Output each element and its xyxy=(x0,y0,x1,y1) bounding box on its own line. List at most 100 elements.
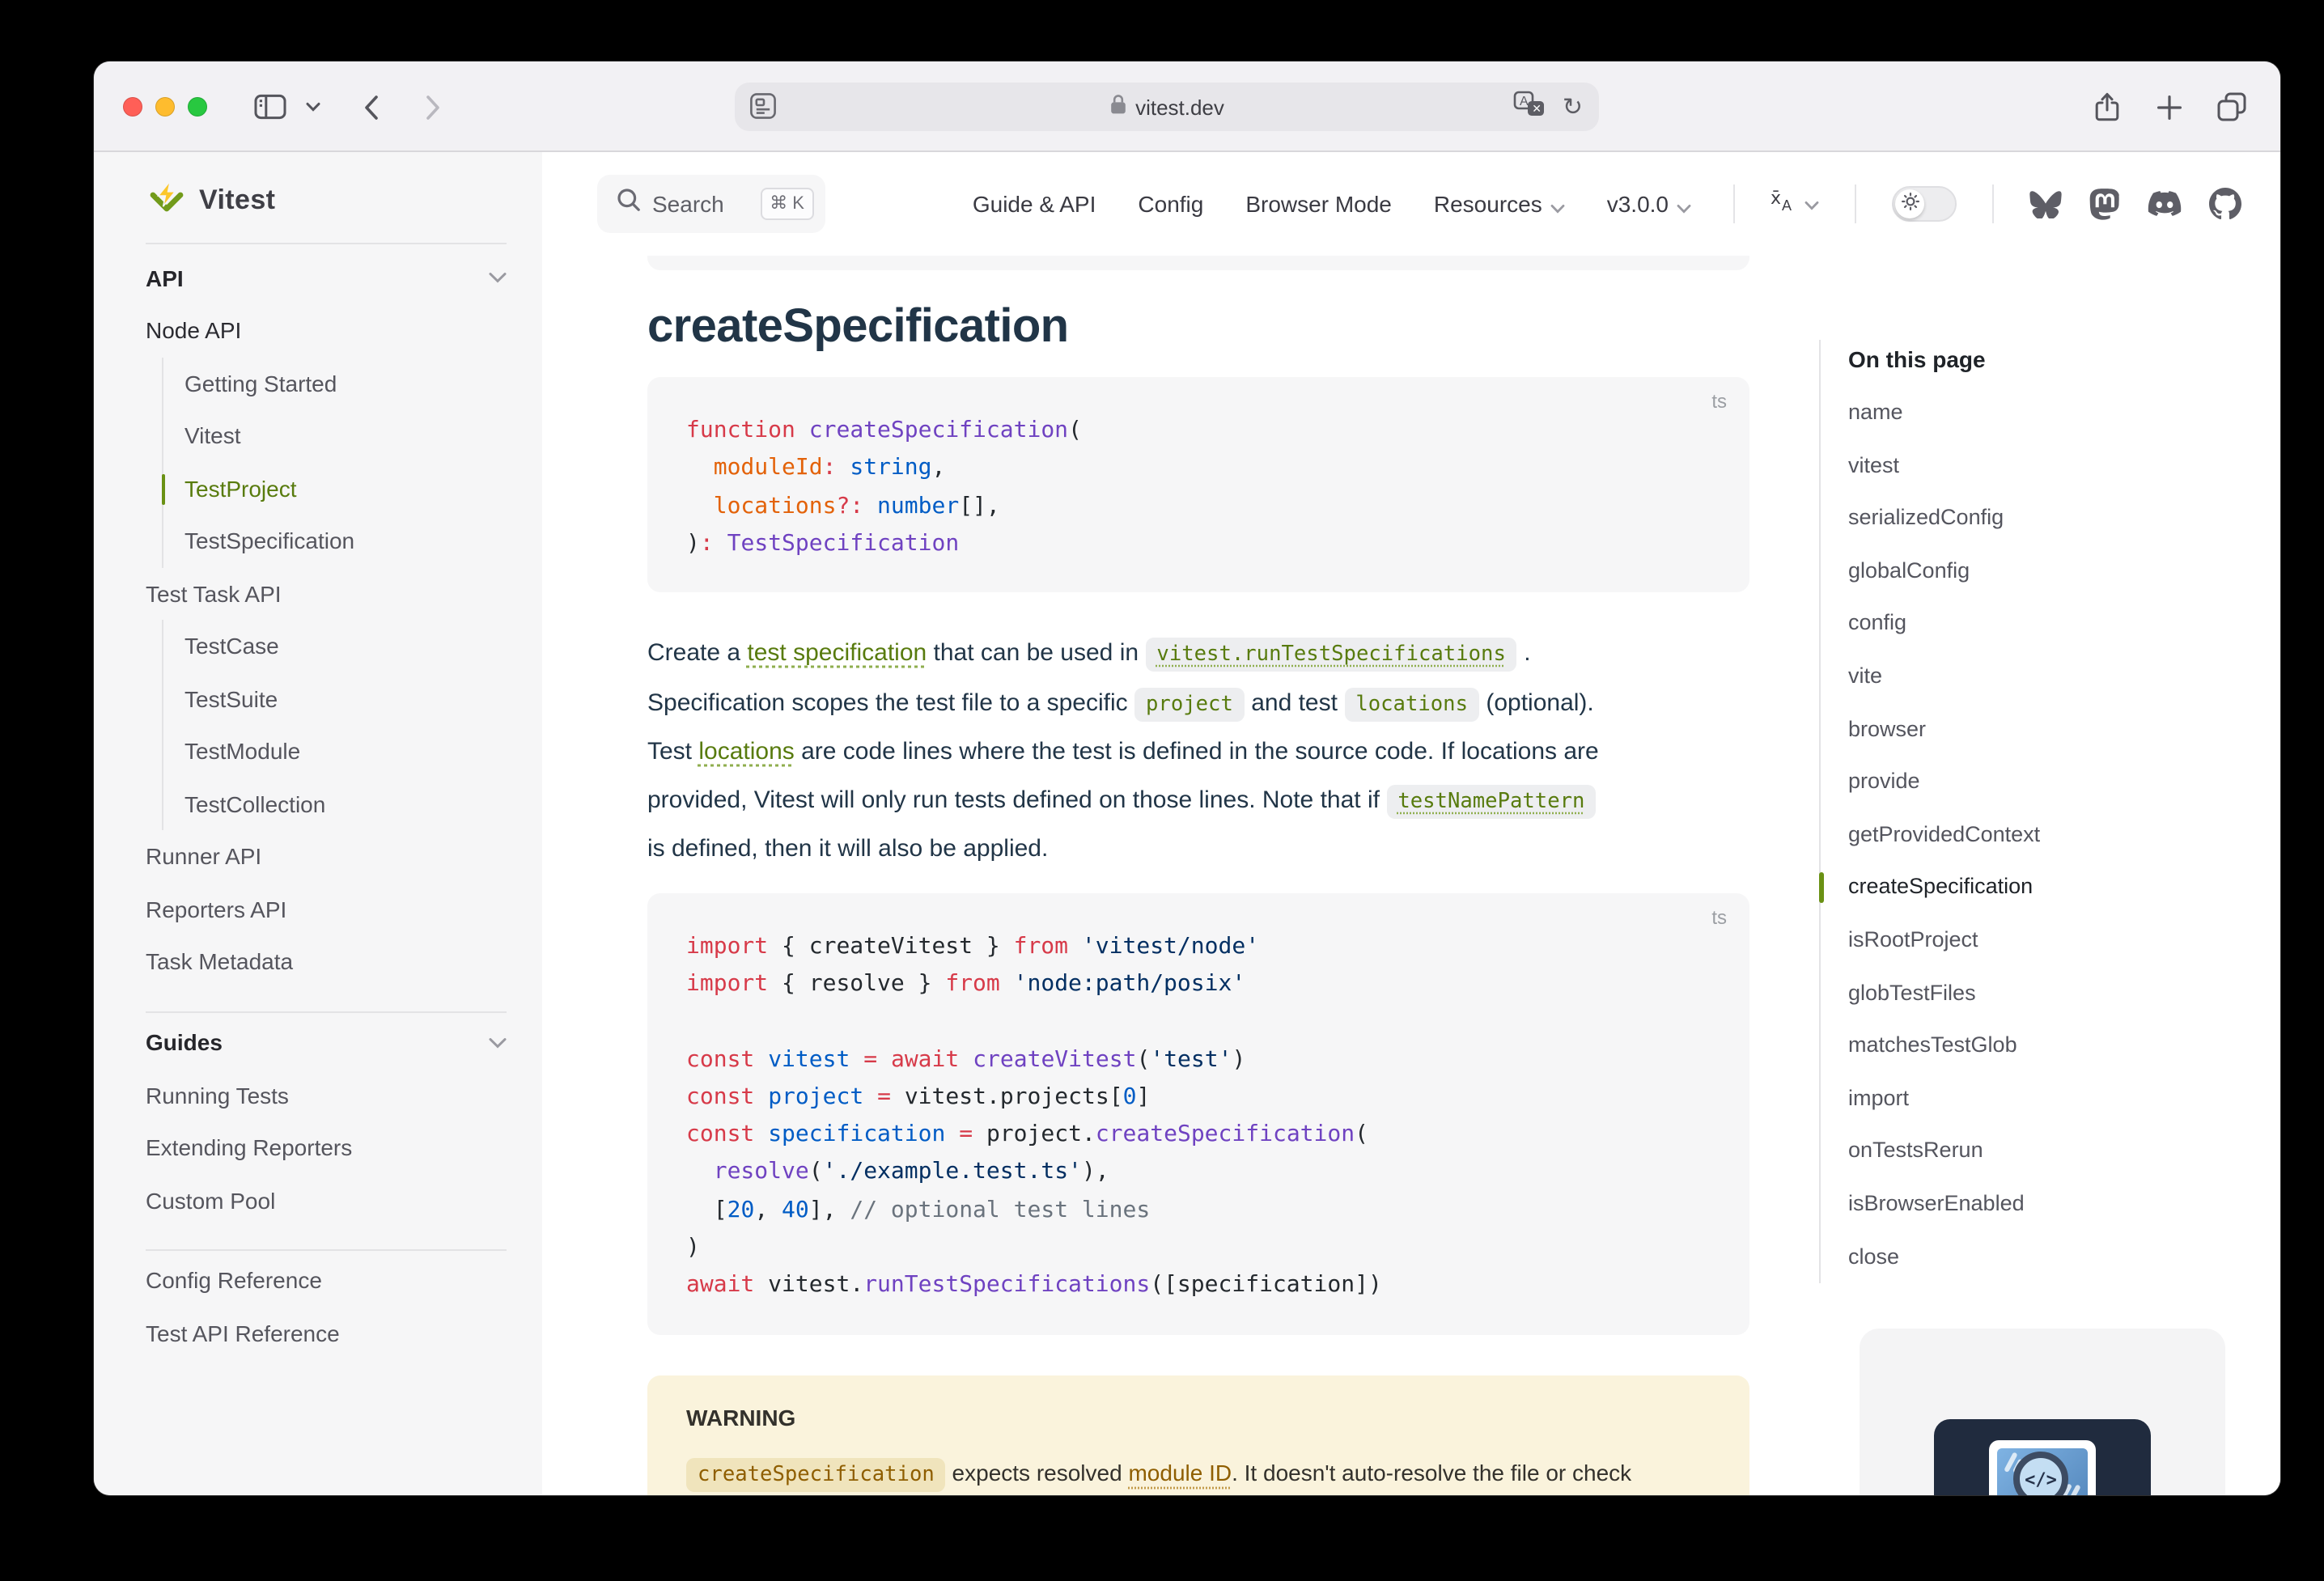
sidebar-section-header[interactable]: Guides xyxy=(146,1015,507,1069)
toc-item-import[interactable]: import xyxy=(1848,1072,2240,1125)
sidebar-item-extending-reporters[interactable]: Extending Reporters xyxy=(146,1121,507,1174)
code-line: ): TestSpecification xyxy=(686,526,1711,564)
text-run: and test xyxy=(1245,689,1344,716)
code-line: const project = vitest.projects[0] xyxy=(686,1079,1711,1117)
toc-item-close[interactable]: close xyxy=(1848,1231,2240,1283)
inline-link[interactable]: module ID xyxy=(1128,1459,1232,1485)
translate-icon[interactable]: A ✕ xyxy=(1514,91,1546,126)
sidebar-subgroup: TestCaseTestSuiteTestModuleTestCollectio… xyxy=(162,620,507,830)
toc-item-browser[interactable]: browser xyxy=(1848,703,2240,756)
code-line: import { resolve } from 'node:path/posix… xyxy=(686,966,1711,1004)
sidebar-item-testproject[interactable]: TestProject xyxy=(184,462,507,515)
warning-title: WARNING xyxy=(686,1404,1711,1430)
reload-icon[interactable]: ↻ xyxy=(1563,92,1583,125)
toc-item-createspecification[interactable]: createSpecification xyxy=(1848,862,2240,914)
back-button[interactable] xyxy=(353,61,388,152)
svg-text:A: A xyxy=(1782,197,1792,212)
sidebar-item-task-metadata[interactable]: Task Metadata xyxy=(146,935,507,988)
sidebar-item-testspecification[interactable]: TestSpecification xyxy=(184,515,507,567)
inline-link[interactable]: locations xyxy=(698,738,794,765)
vitest-logo[interactable]: Vitest xyxy=(149,180,507,222)
close-window-button[interactable] xyxy=(123,97,142,117)
nav-dropdown-resources[interactable]: Resources xyxy=(1434,189,1565,218)
new-tab-button[interactable] xyxy=(2149,61,2188,152)
nav-link-guide-api[interactable]: Guide & API xyxy=(973,191,1096,217)
sidebar-item-vitest[interactable]: Vitest xyxy=(184,409,507,462)
zoom-window-button[interactable] xyxy=(188,97,207,117)
toc-item-serializedconfig[interactable]: serializedConfig xyxy=(1848,492,2240,545)
share-button[interactable] xyxy=(2088,61,2127,152)
code-lines: import { createVitest } from 'vitest/nod… xyxy=(686,928,1711,1305)
docs-sidebar: Vitest APINode APIGetting StartedVitestT… xyxy=(94,152,542,1495)
nav-dropdown-version[interactable]: v3.0.0 xyxy=(1607,189,1691,218)
address-bar[interactable]: vitest.dev A ✕ ↻ xyxy=(735,83,1599,131)
sidebar-item-testcase[interactable]: TestCase xyxy=(184,620,507,672)
back-icon xyxy=(363,95,378,119)
github-icon[interactable] xyxy=(2209,188,2241,220)
sponsor-card[interactable]: </> xyxy=(1860,1329,2225,1495)
svg-text:A: A xyxy=(1520,95,1529,108)
sidebar-item-testsuite[interactable]: TestSuite xyxy=(184,672,507,725)
toc-item-getprovidedcontext[interactable]: getProvidedContext xyxy=(1848,809,2240,862)
discord-icon[interactable] xyxy=(2148,191,2182,217)
sidebar-item-custom-pool[interactable]: Custom Pool xyxy=(146,1174,507,1227)
nav-link-browser-mode[interactable]: Browser Mode xyxy=(1245,191,1392,217)
toc-item-vite[interactable]: vite xyxy=(1848,651,2240,703)
toc-item-globalconfig[interactable]: globalConfig xyxy=(1848,545,2240,598)
sidebar-item-testmodule[interactable]: TestModule xyxy=(184,725,507,778)
minimize-window-button[interactable] xyxy=(155,97,175,117)
inline-link[interactable]: test specification xyxy=(747,639,927,667)
search-input[interactable]: Search ⌘ K xyxy=(597,175,825,233)
sidebar-item-running-tests[interactable]: Running Tests xyxy=(146,1069,507,1121)
toc-item-isrootproject[interactable]: isRootProject xyxy=(1848,914,2240,967)
code-magnifier-illustration: </> xyxy=(1934,1419,2151,1495)
text-run: expects resolved xyxy=(946,1459,1129,1485)
toc-item-matchestestglob[interactable]: matchesTestGlob xyxy=(1848,1019,2240,1072)
language-button[interactable]: x̄A xyxy=(1771,188,1819,220)
browser-window: vitest.dev A ✕ ↻ xyxy=(94,61,2280,1495)
toc-item-ontestsrerun[interactable]: onTestsRerun xyxy=(1848,1125,2240,1178)
sidebar-item-getting-started[interactable]: Getting Started xyxy=(184,357,507,409)
svg-text:x̄: x̄ xyxy=(1771,189,1781,209)
inline-code-link[interactable]: vitest.runTestSpecifications xyxy=(1145,638,1516,672)
chevron-down-icon xyxy=(1677,193,1691,218)
code-line: const specification = project.createSpec… xyxy=(686,1117,1711,1155)
theme-toggle[interactable] xyxy=(1892,186,1957,222)
sidebar-item-reporters-api[interactable]: Reporters API xyxy=(146,883,507,935)
toc-item-vitest[interactable]: vitest xyxy=(1848,439,2240,492)
bluesky-icon[interactable] xyxy=(2029,189,2062,218)
toc-item-config[interactable]: config xyxy=(1848,598,2240,651)
code-lang-badge: ts xyxy=(1711,905,1727,928)
toc-item-isbrowserenabled[interactable]: isBrowserEnabled xyxy=(1848,1178,2240,1231)
text-run: . It doesn't auto-resolve the file or ch… xyxy=(1232,1459,1631,1485)
sidebar-toggle-button[interactable] xyxy=(249,61,291,152)
toc-item-globtestfiles[interactable]: globTestFiles xyxy=(1848,967,2240,1019)
text-run: . xyxy=(1517,639,1531,667)
mastodon-icon[interactable] xyxy=(2089,188,2120,220)
inline-code-link[interactable]: testNamePattern xyxy=(1386,784,1596,818)
nav-link-config[interactable]: Config xyxy=(1138,191,1203,217)
forward-button[interactable] xyxy=(414,61,450,152)
sidebar-item-testcollection[interactable]: TestCollection xyxy=(184,778,507,830)
search-placeholder: Search xyxy=(652,191,724,217)
sidebar-item-test-api-reference[interactable]: Test API Reference xyxy=(146,1307,507,1359)
forward-icon xyxy=(425,95,439,119)
sidebar-item-config-reference[interactable]: Config Reference xyxy=(146,1254,507,1307)
sidebar-item-test-task-api[interactable]: Test Task API xyxy=(146,567,507,620)
code-block-signature: ts function createSpecification( moduleI… xyxy=(647,377,1749,592)
sidebar-item-runner-api[interactable]: Runner API xyxy=(146,830,507,883)
url-text: vitest.dev xyxy=(1135,95,1224,119)
vitest-logo-icon xyxy=(149,179,184,223)
sidebar-group: APINode APIGetting StartedVitestTestProj… xyxy=(146,248,507,988)
code-line: ) xyxy=(686,1230,1711,1268)
toolbar-chevron-button[interactable] xyxy=(301,61,324,152)
tabs-overview-button[interactable] xyxy=(2211,61,2253,152)
code-line: await vitest.runTestSpecifications([spec… xyxy=(686,1268,1711,1306)
sidebar-section-header[interactable]: API xyxy=(146,251,507,304)
tabs-overview-icon xyxy=(2217,92,2246,121)
sidebar-item-node-api[interactable]: Node API xyxy=(146,304,507,357)
toc-item-name[interactable]: name xyxy=(1848,387,2240,439)
site-navbar: Search ⌘ K Guide & API Config Browser Mo… xyxy=(542,152,2280,256)
reader-icon[interactable] xyxy=(749,92,777,128)
toc-item-provide[interactable]: provide xyxy=(1848,756,2240,808)
